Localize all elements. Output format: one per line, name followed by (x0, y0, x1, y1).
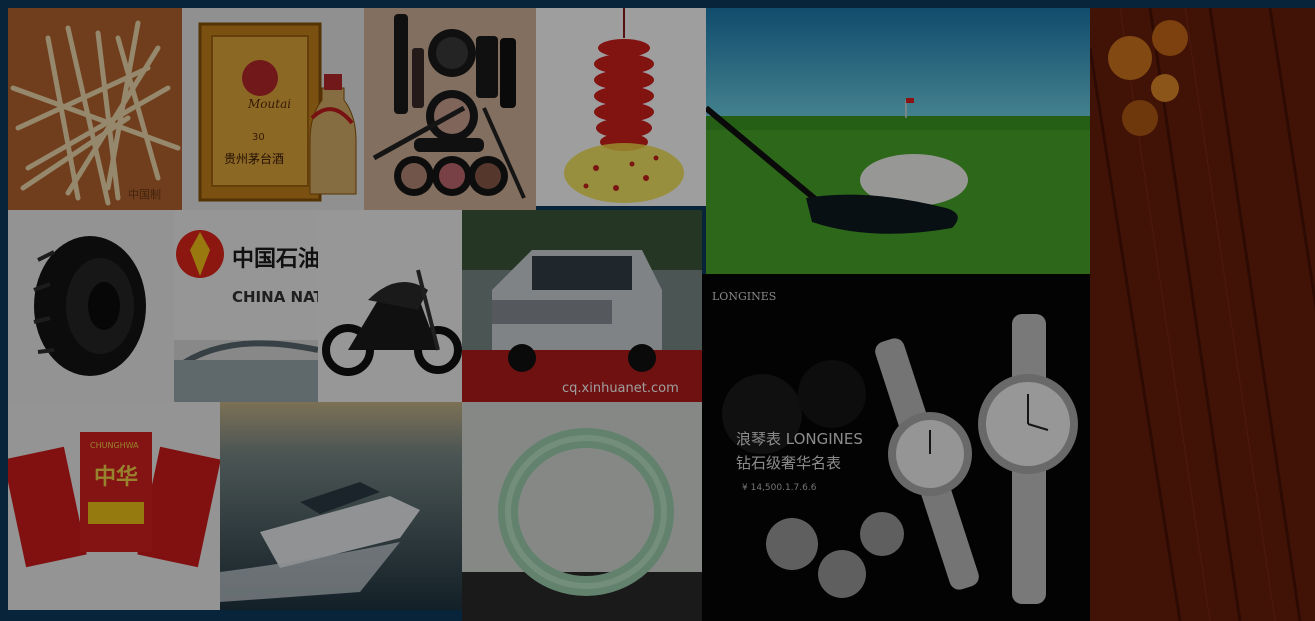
zhonghua-cigarettes-photo: CHUNGHWA 中华 (8, 402, 220, 610)
sign-cn-text: 中国石油 (232, 247, 318, 272)
cig-cn-text: 中华 (94, 464, 138, 490)
land-rover-photo: cq.xinhuanet.com (462, 210, 702, 402)
moutai-age: 30 (252, 132, 265, 143)
golf-photo (706, 8, 1090, 274)
chopsticks-photo: 中国制 (8, 8, 182, 210)
cosmetics-photo (364, 8, 536, 210)
tire-photo (8, 210, 174, 402)
car-watermark: cq.xinhuanet.com (562, 381, 679, 396)
longines-logo: LONGINES (712, 290, 776, 303)
jade-bangle-photo (462, 402, 702, 621)
longines-price: ¥ 14,500.1.7.6.6 (742, 483, 817, 493)
moutai-cn-text: 贵州茅台酒 (224, 151, 284, 166)
sign-en-text: CHINA NATION (232, 288, 318, 306)
chopsticks-label: 中国制 (128, 188, 161, 201)
yacht-photo (220, 402, 462, 610)
longines-subline: 钻石级奢华名表 (736, 454, 841, 472)
china-national-sign-photo: 中国石油 CHINA NATION (174, 210, 318, 402)
cig-brand: CHUNGHWA (90, 441, 139, 450)
motorcycle-photo (318, 210, 462, 402)
firecrackers-photo (536, 8, 706, 206)
moutai-brand: Moutai (247, 97, 291, 111)
wood-floor-photo (1090, 8, 1315, 621)
longines-watch-ad-photo: LONGINES 浪琴表 LONGINES 钻石级奢华名表 ¥ 14,500.1… (702, 274, 1090, 621)
longines-headline: 浪琴表 LONGINES (736, 430, 863, 448)
moutai-liquor-photo: Moutai 30 贵州茅台酒 (182, 8, 364, 210)
collage: 中国制 Moutai 30 贵州茅台酒 中国石油 CHINA NA cq.xin… (0, 0, 1315, 621)
